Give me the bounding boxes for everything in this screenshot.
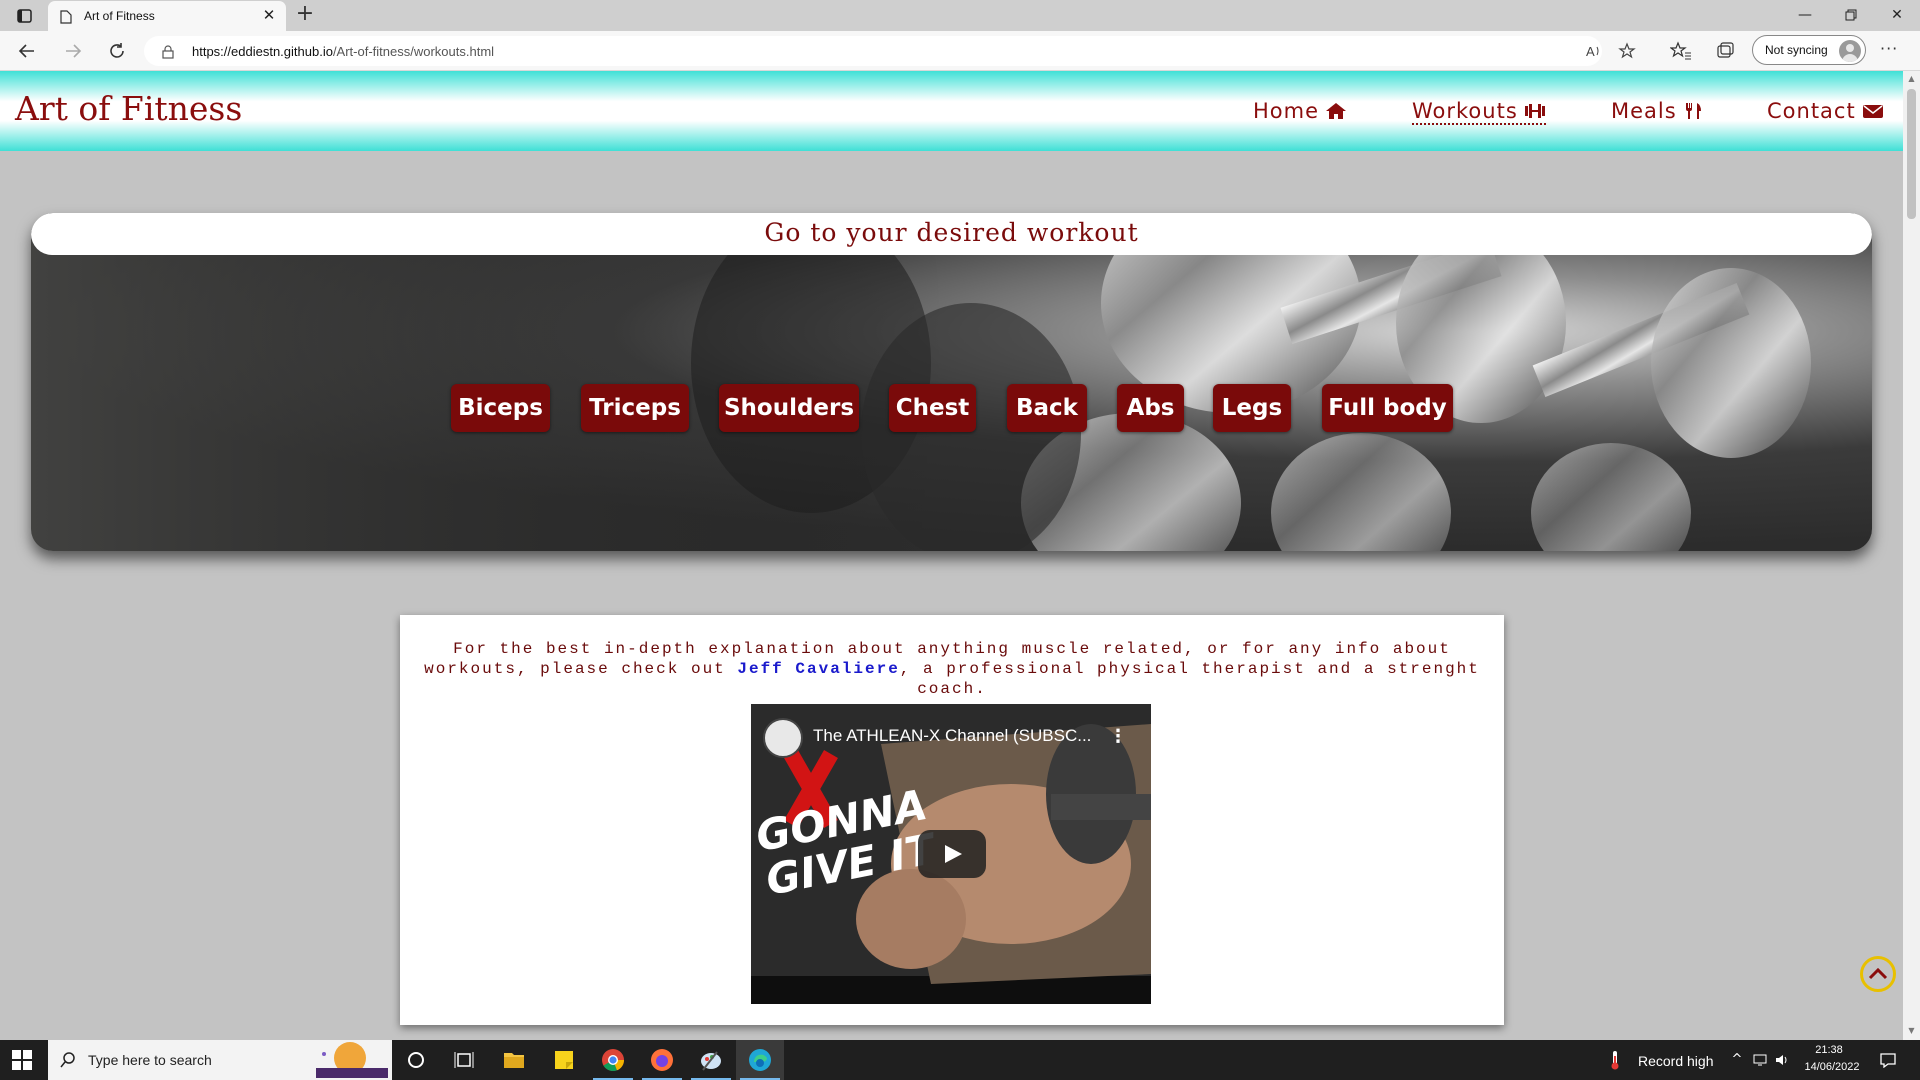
clock-time[interactable]: 21:38 (1806, 1044, 1852, 1056)
search-icon (60, 1052, 76, 1068)
shoulders-button[interactable]: Shoulders (719, 384, 859, 432)
nav-meals-label: Meals (1611, 99, 1677, 123)
address-bar[interactable]: https://eddiestn.github.io/Art-of-fitnes… (144, 36, 1636, 66)
chrome-icon[interactable] (601, 1048, 625, 1072)
profile-sync-button[interactable]: Not syncing (1752, 35, 1866, 65)
edge-icon[interactable] (748, 1048, 772, 1072)
chevron-up-icon (1868, 967, 1888, 980)
full-body-button[interactable]: Full body (1322, 384, 1453, 432)
web-page: Art of Fitness Home Workouts Meals Conta… (0, 71, 1903, 1040)
search-placeholder: Type here to search (88, 1052, 212, 1068)
utensils-icon (1685, 103, 1701, 119)
url-text: https://eddiestn.github.io/Art-of-fitnes… (192, 44, 495, 59)
minimize-icon[interactable]: — (1790, 4, 1820, 26)
scroll-up-icon[interactable]: ▲ (1907, 74, 1916, 83)
search-highlight-image (316, 1042, 388, 1078)
page-title: Go to your desired workout (764, 218, 1139, 247)
more-options-icon[interactable]: ··· (1880, 39, 1898, 58)
nav-contact-label: Contact (1767, 99, 1856, 123)
back-icon[interactable] (14, 39, 40, 63)
browser-tab[interactable]: Art of Fitness ✕ (48, 1, 286, 31)
read-aloud-icon[interactable]: A (1584, 42, 1604, 60)
notifications-icon[interactable] (1880, 1052, 1896, 1069)
nav-workouts[interactable]: Workouts (1412, 99, 1546, 125)
info-text: For the best in-depth explanation about … (420, 639, 1484, 699)
lock-icon[interactable] (162, 44, 174, 59)
nav-home[interactable]: Home (1253, 99, 1347, 123)
tab-actions-icon[interactable] (10, 6, 36, 26)
forward-icon[interactable] (60, 39, 86, 63)
avatar (1839, 40, 1861, 62)
info-text-outro: , a professional physical therapist and … (899, 660, 1480, 698)
play-button-icon[interactable] (918, 830, 986, 878)
legs-button[interactable]: Legs (1213, 384, 1291, 432)
tab-title: Art of Fitness (84, 9, 155, 23)
refresh-icon[interactable] (104, 39, 130, 63)
site-header: Art of Fitness Home Workouts Meals Conta… (0, 71, 1903, 151)
taskbar-search-box[interactable]: Type here to search (48, 1040, 392, 1080)
biceps-button[interactable]: Biceps (451, 384, 550, 432)
file-explorer-icon[interactable] (502, 1048, 526, 1072)
home-icon (1326, 103, 1347, 119)
browser-tab-strip: Art of Fitness ✕ + — ✕ (0, 0, 1920, 31)
scroll-to-top-button[interactable] (1860, 956, 1896, 992)
hero-title-bar: Go to your desired workout (31, 213, 1872, 255)
clock-date[interactable]: 14/06/2022 (1800, 1061, 1864, 1073)
envelope-icon (1862, 105, 1883, 118)
close-window-icon[interactable]: ✕ (1882, 4, 1912, 26)
scrollbar-thumb[interactable] (1907, 89, 1916, 219)
nav-contact[interactable]: Contact (1767, 99, 1884, 123)
channel-avatar[interactable] (763, 718, 803, 758)
volume-icon[interactable] (1774, 1052, 1790, 1068)
task-view-icon[interactable] (452, 1048, 476, 1072)
chest-button[interactable]: Chest (889, 384, 976, 432)
sync-label: Not syncing (1765, 43, 1828, 57)
dumbbells-background-image (31, 213, 1872, 551)
dumbbell-icon (1524, 104, 1545, 118)
collections-icon[interactable] (1714, 41, 1736, 61)
back-button[interactable]: Back (1007, 384, 1087, 432)
paint-icon[interactable] (699, 1048, 723, 1072)
favorites-icon[interactable] (1669, 41, 1692, 61)
browser-toolbar: https://eddiestn.github.io/Art-of-fitnes… (0, 31, 1920, 71)
windows-start-icon[interactable] (12, 1050, 32, 1070)
svg-text:A: A (1586, 44, 1595, 59)
workout-hero: Go to your desired workout Biceps Tricep… (31, 213, 1872, 551)
video-more-icon[interactable]: ⋮ (1109, 726, 1127, 748)
jeff-cavaliere-link[interactable]: Jeff Cavaliere (737, 660, 899, 678)
page-scrollbar[interactable]: ▲ ▼ (1903, 71, 1920, 1040)
nav-meals[interactable]: Meals (1611, 99, 1705, 123)
new-tab-button[interactable]: + (294, 3, 316, 26)
site-logo[interactable]: Art of Fitness (15, 89, 242, 128)
nav-home-label: Home (1253, 99, 1320, 123)
network-icon[interactable] (1752, 1052, 1768, 1068)
triceps-button[interactable]: Triceps (581, 384, 689, 432)
close-tab-icon[interactable]: ✕ (260, 6, 278, 24)
cortana-icon[interactable] (404, 1048, 428, 1072)
firefox-icon[interactable] (650, 1048, 674, 1072)
info-card: For the best in-depth explanation about … (400, 615, 1504, 1025)
youtube-video-embed[interactable]: GONNA GIVE IT The ATHLEAN-X Channel (SUB… (751, 704, 1151, 1004)
weather-text[interactable]: Record high (1638, 1053, 1714, 1069)
page-icon (60, 9, 72, 24)
scroll-down-icon[interactable]: ▼ (1907, 1026, 1916, 1035)
sticky-notes-icon[interactable] (552, 1048, 576, 1072)
thermometer-icon[interactable] (1609, 1050, 1621, 1070)
video-title[interactable]: The ATHLEAN-X Channel (SUBSC... (813, 726, 1091, 746)
windows-taskbar: Type here to search Record high ^ 21:38 … (0, 1040, 1920, 1080)
nav-workouts-label: Workouts (1412, 99, 1518, 123)
add-favorite-icon[interactable] (1618, 42, 1638, 60)
restore-icon[interactable] (1836, 4, 1866, 26)
abs-button[interactable]: Abs (1117, 384, 1184, 432)
chevron-up-icon[interactable]: ^ (1729, 1052, 1745, 1068)
